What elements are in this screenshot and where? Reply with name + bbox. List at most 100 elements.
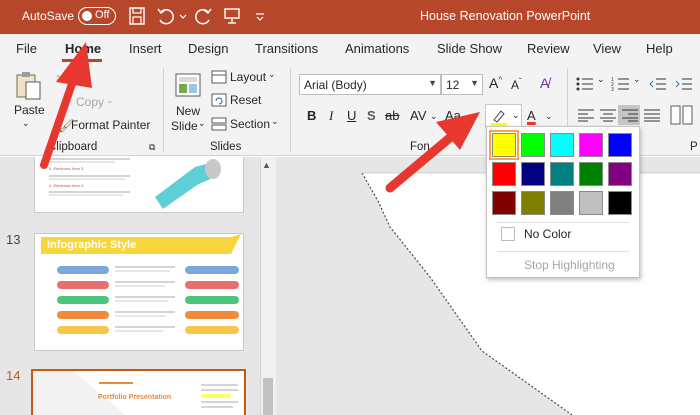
- change-case-dropdown-icon[interactable]: ⌄: [466, 111, 474, 122]
- tab-review[interactable]: Review: [527, 41, 570, 56]
- no-color-box-icon: [501, 227, 515, 241]
- underline-icon[interactable]: U: [347, 108, 356, 123]
- color-swatch[interactable]: [489, 130, 519, 160]
- section-dropdown-icon[interactable]: ⌄: [271, 116, 279, 127]
- tab-view[interactable]: View: [593, 41, 621, 56]
- font-size-dropdown-icon[interactable]: ▼: [470, 78, 479, 88]
- font-size-combo[interactable]: 12 ▼: [441, 74, 483, 95]
- customize-toolbar-icon[interactable]: [254, 6, 266, 26]
- reset-icon: [211, 93, 227, 107]
- numbering-icon[interactable]: 1 2 3: [611, 76, 631, 92]
- slide-thumbnail-13[interactable]: Infographic Style: [34, 233, 244, 351]
- format-painter-button[interactable]: Format Painter: [71, 118, 150, 132]
- autosave-toggle[interactable]: Off: [78, 7, 116, 25]
- text-shadow-icon[interactable]: S: [367, 108, 376, 123]
- new-slide-icon[interactable]: [173, 71, 203, 101]
- strikethrough-icon[interactable]: ab: [385, 108, 399, 123]
- color-swatch[interactable]: [550, 162, 574, 186]
- slide-thumbnail-12[interactable]: 3. Electronic Item 3 4. Electronic Item …: [34, 157, 244, 213]
- increase-font-size-icon[interactable]: A^: [489, 75, 502, 91]
- align-right-icon[interactable]: [621, 108, 639, 122]
- color-swatch[interactable]: [608, 133, 632, 157]
- copy-dropdown-icon[interactable]: ⌄: [106, 95, 114, 106]
- color-swatch[interactable]: [550, 191, 574, 215]
- new-slide-dropdown-icon[interactable]: ⌄: [198, 118, 206, 129]
- paste-icon[interactable]: [14, 70, 44, 102]
- layout-button[interactable]: Layout: [230, 70, 266, 84]
- color-swatch[interactable]: [550, 133, 574, 157]
- paste-button[interactable]: Paste: [14, 103, 45, 117]
- paragraph-group-label: P: [690, 141, 698, 153]
- toggle-state: Off: [95, 9, 110, 21]
- bullets-icon[interactable]: [575, 76, 595, 92]
- color-swatch[interactable]: [521, 133, 545, 157]
- italic-icon[interactable]: I: [329, 108, 333, 124]
- cut-icon[interactable]: ✂: [56, 70, 68, 87]
- font-name-combo[interactable]: Arial (Body) ▼: [299, 74, 441, 95]
- start-from-beginning-icon[interactable]: [222, 6, 242, 26]
- tab-animations[interactable]: Animations: [345, 41, 409, 56]
- scrollbar-thumb[interactable]: [263, 378, 273, 415]
- clipboard-launcher-icon[interactable]: ⧉: [149, 142, 155, 153]
- scroll-up-icon[interactable]: ▲: [262, 160, 271, 170]
- tab-help[interactable]: Help: [646, 41, 673, 56]
- layout-icon: [211, 70, 227, 84]
- no-color-option[interactable]: No Color: [524, 227, 571, 241]
- redo-icon[interactable]: [193, 6, 213, 26]
- new-slide-label-1[interactable]: New: [176, 104, 200, 118]
- color-swatch[interactable]: [521, 191, 545, 215]
- tab-slide-show[interactable]: Slide Show: [437, 41, 502, 56]
- new-slide-label-2[interactable]: Slide: [171, 119, 198, 133]
- save-icon[interactable]: [128, 6, 146, 26]
- section-button[interactable]: Section: [230, 117, 270, 131]
- tab-insert[interactable]: Insert: [129, 41, 162, 56]
- tab-home[interactable]: Home: [65, 41, 101, 56]
- highlight-button[interactable]: ⌄: [485, 104, 522, 128]
- color-swatch[interactable]: [492, 191, 516, 215]
- color-swatch[interactable]: [521, 162, 545, 186]
- text-columns-icon[interactable]: [670, 104, 694, 126]
- title-bar: AutoSave Off House Renovation PowerPoint: [0, 0, 700, 34]
- undo-dropdown-icon[interactable]: [178, 6, 188, 26]
- menu-separator: [497, 251, 629, 252]
- tab-transitions[interactable]: Transitions: [255, 41, 318, 56]
- bold-icon[interactable]: B: [307, 108, 316, 123]
- slide-12-item-4: 4. Electronic Item 4: [49, 183, 84, 188]
- color-swatch[interactable]: [579, 191, 603, 215]
- font-color-icon[interactable]: A: [527, 108, 536, 123]
- character-spacing-dropdown-icon[interactable]: ⌄: [430, 111, 438, 122]
- bullets-dropdown-icon[interactable]: ⌄: [597, 74, 605, 85]
- slide-13-title: Infographic Style: [47, 239, 137, 251]
- change-case-icon[interactable]: Aa: [445, 108, 461, 123]
- reset-button[interactable]: Reset: [230, 93, 261, 107]
- decrease-font-size-icon[interactable]: Aˇ: [511, 77, 522, 92]
- justify-icon[interactable]: [643, 108, 661, 122]
- copy-button[interactable]: Copy: [76, 95, 104, 109]
- decrease-indent-icon[interactable]: [648, 76, 668, 92]
- stop-highlighting-option[interactable]: Stop Highlighting: [524, 258, 615, 272]
- slides-group-label: Slides: [210, 141, 242, 153]
- font-name-dropdown-icon[interactable]: ▼: [428, 78, 437, 88]
- font-name-value: Arial (Body): [304, 78, 367, 92]
- character-spacing-icon[interactable]: AV: [410, 108, 426, 123]
- color-swatch[interactable]: [608, 162, 632, 186]
- numbering-dropdown-icon[interactable]: ⌄: [633, 74, 641, 85]
- document-title: House Renovation PowerPoint: [420, 9, 591, 23]
- font-color-dropdown-icon[interactable]: ⌄: [545, 111, 553, 122]
- tab-design[interactable]: Design: [188, 41, 228, 56]
- color-swatch[interactable]: [492, 162, 516, 186]
- undo-icon[interactable]: [156, 6, 176, 26]
- layout-dropdown-icon[interactable]: ⌄: [268, 69, 276, 80]
- increase-indent-icon[interactable]: [674, 76, 694, 92]
- thumbnail-scrollbar[interactable]: [260, 157, 276, 415]
- color-swatch[interactable]: [608, 191, 632, 215]
- color-swatch[interactable]: [579, 162, 603, 186]
- tab-file[interactable]: File: [16, 41, 37, 56]
- clear-formatting-icon[interactable]: A̸: [540, 75, 549, 91]
- paste-dropdown-icon[interactable]: ⌄: [22, 118, 30, 129]
- highlight-dropdown-icon[interactable]: ⌄: [512, 110, 520, 121]
- align-left-icon[interactable]: [577, 108, 595, 122]
- color-swatch[interactable]: [579, 133, 603, 157]
- slide-thumbnail-14[interactable]: Portfolio Presentation: [31, 369, 246, 415]
- align-center-icon[interactable]: [599, 108, 617, 122]
